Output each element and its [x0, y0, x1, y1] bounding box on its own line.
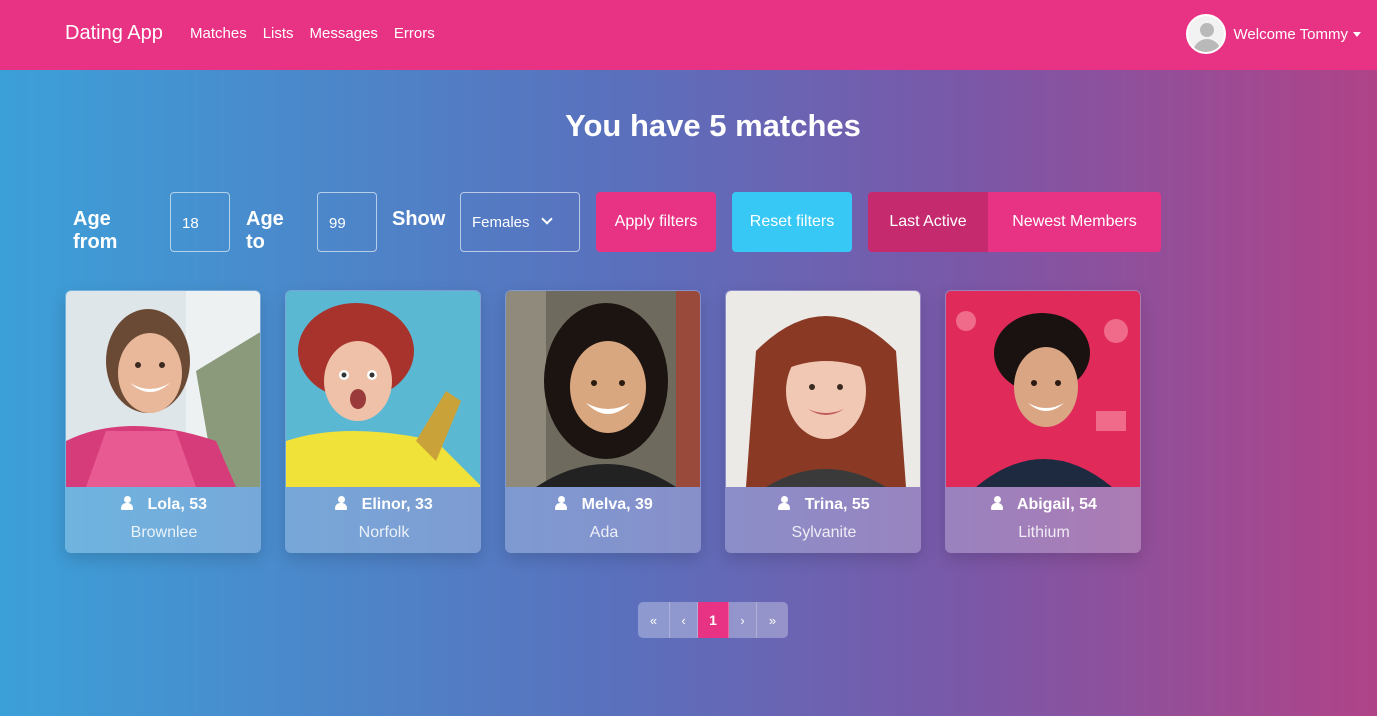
- sort-last-active-button[interactable]: Last Active: [868, 192, 988, 252]
- member-card[interactable]: Trina, 55 Sylvanite: [725, 290, 921, 553]
- member-info: Trina, 55 Sylvanite: [726, 487, 920, 552]
- main-content: You have 5 matches Age from 18 Age to 99…: [0, 70, 1377, 716]
- user-icon: [991, 496, 1004, 510]
- member-name: Abigail, 54: [1016, 496, 1097, 513]
- member-name: Elinor, 33: [361, 496, 433, 513]
- member-photo[interactable]: [946, 291, 1140, 487]
- user-icon: [555, 496, 568, 510]
- nav-errors[interactable]: Errors: [394, 25, 435, 42]
- member-card[interactable]: Elinor, 33 Norfolk: [285, 290, 481, 553]
- member-name: Melva, 39: [581, 496, 653, 513]
- sort-newest-button[interactable]: Newest Members: [988, 192, 1161, 252]
- member-card[interactable]: Lola, 53 Brownlee: [65, 290, 261, 553]
- member-card[interactable]: Abigail, 54 Lithium: [945, 290, 1141, 553]
- show-label: Show: [392, 208, 446, 230]
- member-city: Ada: [589, 524, 619, 541]
- member-name: Trina, 55: [804, 496, 870, 513]
- member-city: Brownlee: [130, 524, 198, 541]
- reset-filters-button[interactable]: Reset filters: [732, 192, 852, 252]
- member-info: Elinor, 33 Norfolk: [286, 487, 480, 552]
- member-city: Norfolk: [358, 524, 410, 541]
- member-name: Lola, 53: [147, 496, 208, 513]
- page-title: You have 5 matches: [565, 108, 861, 143]
- age-to-input[interactable]: 99: [317, 192, 377, 252]
- pagination-prev[interactable]: ‹: [670, 602, 698, 638]
- user-menu[interactable]: Welcome Tommy: [1185, 14, 1361, 54]
- member-card[interactable]: Melva, 39 Ada: [505, 290, 701, 553]
- age-from-input[interactable]: 18: [170, 192, 230, 252]
- nav-links: Matches Lists Messages Errors: [190, 25, 451, 42]
- brand-link[interactable]: Dating App: [65, 22, 163, 45]
- nav-matches[interactable]: Matches: [190, 25, 247, 42]
- age-from-label: Age from: [73, 208, 118, 253]
- pagination-first[interactable]: «: [638, 602, 670, 638]
- user-icon: [778, 496, 791, 510]
- gender-select-value: Females: [472, 214, 530, 231]
- member-photo[interactable]: [506, 291, 700, 487]
- age-to-label: Age to: [246, 208, 284, 253]
- nav-messages[interactable]: Messages: [310, 25, 378, 42]
- member-photo[interactable]: [286, 291, 480, 487]
- member-photo[interactable]: [726, 291, 920, 487]
- user-icon: [120, 496, 133, 510]
- caret-down-icon: [1353, 31, 1361, 37]
- gender-select[interactable]: Females: [460, 192, 580, 252]
- member-info: Lola, 53 Brownlee: [66, 487, 260, 552]
- pagination-page-1[interactable]: 1: [698, 602, 729, 638]
- chevron-down-icon: [541, 213, 553, 225]
- top-navbar: Dating App Matches Lists Messages Errors…: [0, 0, 1377, 70]
- apply-filters-button[interactable]: Apply filters: [596, 192, 716, 252]
- member-city: Lithium: [1018, 524, 1070, 541]
- welcome-text[interactable]: Welcome Tommy: [1234, 26, 1348, 43]
- pagination: « ‹ 1 › »: [638, 602, 788, 638]
- member-city: Sylvanite: [791, 524, 857, 541]
- pagination-last[interactable]: »: [757, 602, 788, 638]
- pagination-next[interactable]: ›: [729, 602, 757, 638]
- user-icon: [335, 496, 348, 510]
- nav-lists[interactable]: Lists: [263, 25, 294, 42]
- avatar: [1185, 14, 1226, 54]
- member-info: Melva, 39 Ada: [506, 487, 700, 552]
- member-info: Abigail, 54 Lithium: [946, 487, 1140, 552]
- member-photo[interactable]: [66, 291, 260, 487]
